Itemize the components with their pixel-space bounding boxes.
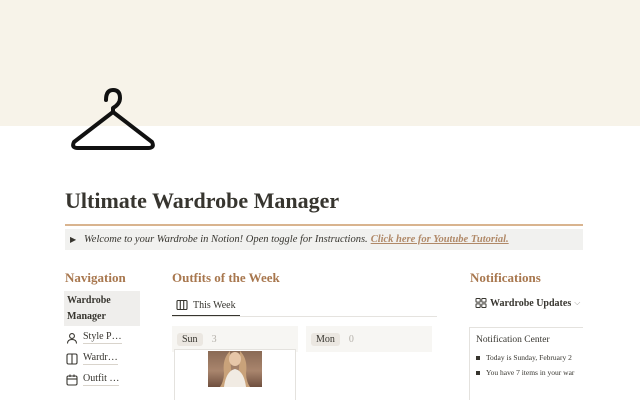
nav-item-label: Wardr… — [83, 352, 118, 365]
page-title[interactable]: Ultimate Wardrobe Manager — [65, 188, 339, 214]
nav-item-label: Outfit … — [83, 373, 120, 386]
columns-icon — [66, 352, 78, 365]
day-label: Mon — [311, 332, 340, 346]
nav-item-style-profile[interactable]: Style P… — [64, 329, 140, 346]
nav-item-wardrobe-manager[interactable]: Wardrobe Manager — [64, 291, 140, 326]
instructions-toggle[interactable]: ▶ Welcome to your Wardrobe in Notion! Op… — [65, 229, 583, 250]
person-icon — [66, 332, 78, 344]
notification-text: Today is Sunday, February 2 — [486, 353, 572, 362]
notifications-heading: Notifications — [470, 270, 541, 285]
calendar-icon — [66, 374, 78, 386]
wardrobe-updates-view[interactable]: Wardrobe Updates ⌵ — [475, 297, 580, 309]
hanger-icon[interactable] — [70, 86, 156, 154]
navigation-heading: Navigation — [65, 270, 126, 285]
day-count: 0 — [348, 333, 354, 345]
notification-text: You have 7 items in your war — [486, 368, 575, 377]
day-label: Sun — [177, 332, 203, 346]
tab-this-week[interactable]: This Week — [172, 295, 240, 317]
tab-label: This Week — [193, 299, 236, 311]
notification-line: Today is Sunday, February 2 — [476, 350, 583, 365]
nav-item-label: Style P… — [83, 331, 122, 344]
database-title: Wardrobe Updates — [490, 297, 572, 309]
chevron-down-icon[interactable]: ⌵ — [574, 298, 580, 308]
bullet-icon — [476, 355, 480, 360]
outfit-photo — [208, 351, 262, 387]
bullet-icon — [476, 370, 480, 375]
board-column-mon[interactable]: Mon 0 — [306, 326, 432, 352]
board-icon — [176, 299, 188, 311]
notification-card[interactable]: Notification Center Today is Sunday, Feb… — [469, 327, 583, 400]
notification-card-title: Notification Center — [476, 335, 550, 345]
tab-divider — [172, 316, 437, 317]
notification-line: You have 7 items in your war — [476, 365, 583, 380]
gallery-icon — [475, 298, 487, 308]
toggle-arrow-icon[interactable]: ▶ — [70, 235, 84, 244]
outfits-heading: Outfits of the Week — [172, 270, 280, 285]
title-divider — [65, 224, 583, 226]
day-count: 3 — [211, 333, 217, 345]
nav-item-wardrobe[interactable]: Wardr… — [64, 350, 140, 367]
toggle-text: Welcome to your Wardrobe in Notion! Open… — [84, 234, 368, 245]
outfit-card[interactable] — [174, 349, 296, 400]
youtube-tutorial-link[interactable]: Click here for Youtube Tutorial. — [371, 234, 509, 245]
nav-item-outfit[interactable]: Outfit … — [64, 371, 140, 388]
